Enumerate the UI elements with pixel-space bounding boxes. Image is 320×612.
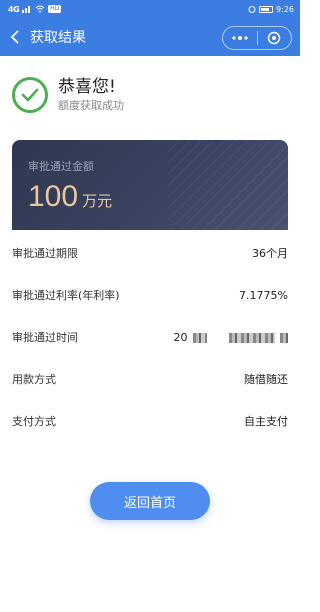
status-left: 4G HD <box>8 4 62 14</box>
status-bar: 4G HD 9:26 <box>0 0 300 18</box>
detail-row-payment: 支付方式 自主支付 <box>12 400 288 442</box>
row-label: 审批通过利率(年利率) <box>12 289 120 302</box>
success-text: 恭喜您! 额度获取成功 <box>58 76 124 114</box>
header: 4G HD 9:26 获取结果 <box>0 0 300 56</box>
row-value: 7.1775% <box>239 288 288 302</box>
detail-row-term: 审批通过期限 36个月 <box>12 232 288 274</box>
amount-label: 审批通过金额 <box>28 160 94 173</box>
amount-value: 100 万元 <box>28 180 112 214</box>
detail-list: 审批通过期限 36个月 审批通过利率(年利率) 7.1775% 审批通过时间 2… <box>12 232 288 442</box>
wifi-icon <box>35 5 45 13</box>
detail-row-time: 审批通过时间 20 <box>12 316 288 358</box>
amount-unit: 万元 <box>82 192 113 210</box>
row-value: 随借随还 <box>244 373 288 386</box>
nav-bar: 获取结果 <box>0 18 300 56</box>
back-icon[interactable] <box>0 18 30 56</box>
mini-program-capsule <box>222 26 292 50</box>
close-target-icon[interactable] <box>258 27 292 49</box>
row-label: 审批通过期限 <box>12 247 78 260</box>
success-block: 恭喜您! 额度获取成功 <box>12 76 124 114</box>
amount-number: 100 <box>28 180 79 213</box>
card-decoration <box>168 140 288 230</box>
row-value-redacted: 20 <box>173 330 288 344</box>
row-label: 用款方式 <box>12 373 56 386</box>
success-title: 恭喜您! <box>58 77 116 97</box>
redaction-mark <box>193 332 207 343</box>
redaction-mark <box>280 332 288 343</box>
alarm-icon <box>248 6 256 13</box>
status-right: 9:26 <box>248 5 294 14</box>
amount-card: 审批通过金额 100 万元 <box>12 140 288 230</box>
row-label: 支付方式 <box>12 415 56 428</box>
check-icon <box>12 77 48 113</box>
hd-badge: HD <box>48 5 62 13</box>
battery-icon <box>259 5 274 13</box>
row-value: 自主支付 <box>244 415 288 428</box>
redaction-mark <box>228 332 275 343</box>
row-value: 20 <box>173 330 188 344</box>
detail-row-usage: 用款方式 随借随还 <box>12 358 288 400</box>
more-icon[interactable] <box>223 27 257 49</box>
row-label: 审批通过时间 <box>12 331 78 344</box>
status-time: 9:26 <box>276 4 294 14</box>
signal-text: 4G <box>8 4 20 14</box>
success-subtitle: 额度获取成功 <box>58 99 124 112</box>
page-title: 获取结果 <box>30 30 86 46</box>
row-value: 36个月 <box>252 247 288 260</box>
back-home-button[interactable]: 返回首页 <box>90 482 210 520</box>
signal-icon <box>22 6 31 13</box>
detail-row-rate: 审批通过利率(年利率) 7.1775% <box>12 274 288 316</box>
